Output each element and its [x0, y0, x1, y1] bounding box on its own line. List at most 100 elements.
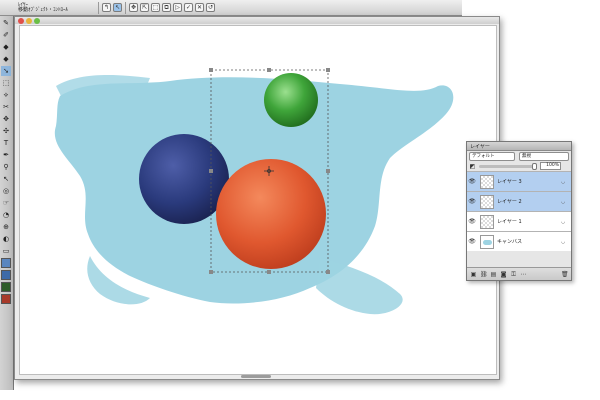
preserve-value: 無視: [522, 154, 531, 159]
color-swatch-1[interactable]: [1, 258, 11, 268]
link-layers-icon[interactable]: ⛓: [480, 271, 488, 278]
layer-thumbnail: [480, 234, 494, 249]
navy-ball: [139, 134, 229, 224]
layer-row[interactable]: 👁 レイヤー 2 ◡: [467, 191, 571, 211]
divider: [125, 1, 126, 14]
layers-panel-title: レイヤー: [467, 142, 571, 151]
composite-method-select[interactable]: デフォルト: [469, 151, 516, 161]
layer-name[interactable]: キャンバス: [497, 238, 561, 245]
rect-select-tool[interactable]: ⬚: [1, 78, 11, 88]
grabber-tool[interactable]: ☞: [1, 198, 11, 208]
rotate-tool[interactable]: ◎: [1, 186, 11, 196]
layer-row[interactable]: 👁 レイヤー 3 ◡: [467, 171, 571, 191]
layer-thumbnail: [480, 194, 494, 209]
layer-composite-icon: ◡: [561, 218, 566, 225]
reset-button[interactable]: ↺: [206, 3, 215, 12]
layer-composite-icon: ◡: [561, 238, 566, 245]
commit-button[interactable]: ✓: [184, 3, 193, 12]
layer-name[interactable]: レイヤー 1: [497, 218, 561, 225]
opacity-value[interactable]: 100%: [540, 162, 561, 170]
active-tool-label: ﾚｲﾔｰ 移動ｵﾌﾞｼﾞｪｸﾄ・ｺﾝﾄﾛｰﾙ: [0, 2, 96, 13]
resize-handle[interactable]: [326, 270, 330, 274]
shape-tool[interactable]: ↖: [1, 174, 11, 184]
tool-name-line2: 移動ｵﾌﾞｼﾞｪｸﾄ・ｺﾝﾄﾛｰﾙ: [18, 6, 69, 13]
arrange-button[interactable]: ⇱: [140, 3, 149, 12]
layer-row[interactable]: 👁 キャンバス ◡: [467, 231, 571, 251]
document-window: [14, 16, 500, 380]
property-bar: ﾚｲﾔｰ 移動ｵﾌﾞｼﾞｪｸﾄ・ｺﾝﾄﾛｰﾙ ↰ ↖ ✥ ⇱ ⬚ ⧉ ▷ ✓ ✕…: [0, 0, 462, 16]
mirror-tool[interactable]: ◐: [1, 234, 11, 244]
pencil-tool[interactable]: ✐: [1, 30, 11, 40]
resize-handle[interactable]: [326, 68, 330, 72]
resize-handle[interactable]: [209, 68, 213, 72]
opacity-slider[interactable]: [479, 162, 537, 170]
resize-handle[interactable]: [267, 68, 271, 72]
minimize-window-button[interactable]: [26, 18, 32, 24]
lasso-tool[interactable]: ⟡: [1, 90, 11, 100]
lock-icon[interactable]: ⚿: [510, 271, 517, 278]
layer-name[interactable]: レイヤー 3: [497, 178, 561, 185]
composite-method-value: デフォルト: [472, 154, 495, 159]
visibility-eye-icon[interactable]: 👁: [467, 178, 477, 185]
eyedropper-tool[interactable]: ✣: [1, 126, 11, 136]
transform-button[interactable]: ⬚: [151, 3, 160, 12]
visibility-eye-icon[interactable]: 👁: [467, 218, 477, 225]
layer-thumbnail: [480, 214, 494, 229]
select-arrow-button[interactable]: ↖: [113, 3, 122, 12]
opacity-row: ◩ 100%: [467, 161, 571, 171]
zoom-window-button[interactable]: [34, 18, 40, 24]
delete-layer-icon[interactable]: 🗑: [561, 271, 569, 278]
more-options-icon[interactable]: ⋯: [520, 271, 527, 278]
group-layers-icon[interactable]: ▤: [490, 271, 497, 278]
green-ball: [264, 73, 318, 127]
close-window-button[interactable]: [18, 18, 24, 24]
layer-row[interactable]: 👁 レイヤー 1 ◡: [467, 211, 571, 231]
layer-lock-icon[interactable]: ◩: [469, 163, 476, 170]
painting-canvas[interactable]: [19, 25, 497, 375]
visibility-eye-icon[interactable]: 👁: [467, 238, 477, 245]
align-button[interactable]: ✥: [129, 3, 138, 12]
color-swatch-3[interactable]: [1, 282, 11, 292]
eraser-tool[interactable]: ◆: [1, 42, 11, 52]
resize-handle[interactable]: [209, 270, 213, 274]
brush-tool[interactable]: ✎: [1, 18, 11, 28]
layer-name[interactable]: レイヤー 2: [497, 198, 561, 205]
toolbox: ✎ ✐ ◆ ◆ ➘ ⬚ ⟡ ✂ ✥ ✣ T ✒ ⚲ ↖ ◎ ☞ ◔ ⊕ ◐ ▭: [0, 16, 14, 390]
preserve-transparency-select[interactable]: 無視: [519, 151, 569, 161]
fill-tool[interactable]: ◆: [1, 54, 11, 64]
artwork: [54, 68, 454, 315]
layers-panel-footer: ▣ ⛓ ▤ ◙ ⚿ ⋯ 🗑: [467, 267, 571, 280]
opacity-slider-handle[interactable]: [532, 162, 537, 170]
zoom-tool[interactable]: ⊕: [1, 222, 11, 232]
layer-composite-icon: ◡: [561, 178, 566, 185]
orange-ball: [216, 159, 326, 269]
rotate-page-tool[interactable]: ◔: [1, 210, 11, 220]
window-resize-grip[interactable]: [241, 375, 271, 378]
layer-list: 👁 レイヤー 3 ◡ 👁 レイヤー 2 ◡ 👁 レイヤー 1 ◡ 👁 キャンバス ◡: [467, 171, 571, 251]
distort-button[interactable]: ⧉: [162, 3, 171, 12]
play-button[interactable]: ▷: [173, 3, 182, 12]
mask-layer-icon[interactable]: ◙: [500, 271, 507, 278]
frame-tool[interactable]: ▭: [1, 246, 11, 256]
layer-adjuster-tool[interactable]: ➘: [1, 66, 11, 76]
layer-composite-icon: ◡: [561, 198, 566, 205]
color-swatch-4[interactable]: [1, 294, 11, 304]
layers-panel: レイヤー デフォルト 無視 ◩ 100% 👁 レイヤー 3 ◡ 👁 レイヤー 2 ◡ 👁 レイ…: [466, 141, 572, 281]
move-layer-button[interactable]: ↰: [102, 3, 111, 12]
visibility-eye-icon[interactable]: 👁: [467, 198, 477, 205]
pen-tool[interactable]: ✒: [1, 150, 11, 160]
divider: [98, 1, 99, 14]
scissors-tool[interactable]: ✂: [1, 102, 11, 112]
resize-handle[interactable]: [209, 169, 213, 173]
resize-handle[interactable]: [326, 169, 330, 173]
resize-handle[interactable]: [267, 270, 271, 274]
layer-options-row: デフォルト 無視: [467, 151, 571, 161]
new-layer-icon[interactable]: ▣: [470, 271, 477, 278]
window-titlebar: [15, 17, 499, 24]
cancel-button[interactable]: ✕: [195, 3, 204, 12]
layer-thumbnail: [480, 174, 494, 189]
crop-tool[interactable]: ✥: [1, 114, 11, 124]
color-swatch-2[interactable]: [1, 270, 11, 280]
text-tool[interactable]: T: [1, 138, 11, 148]
magnifier-tool[interactable]: ⚲: [1, 162, 11, 172]
